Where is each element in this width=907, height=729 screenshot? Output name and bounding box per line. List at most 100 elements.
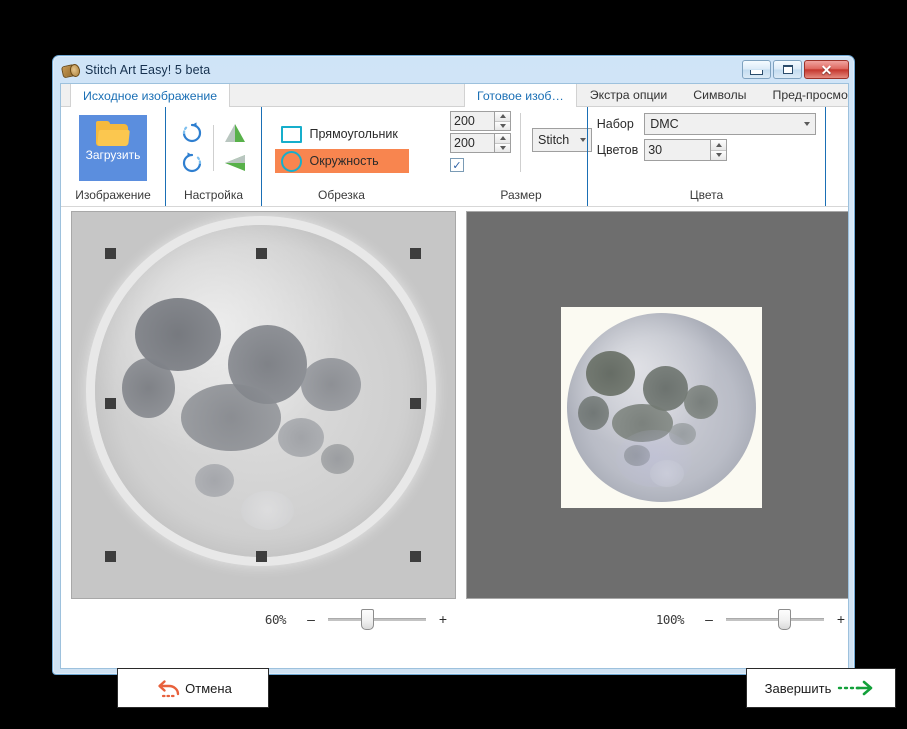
title-bar: Stitch Art Easy! 5 beta ✕ bbox=[53, 56, 854, 83]
preview-zoom-in-button[interactable]: + bbox=[834, 611, 848, 627]
height-decrement-button[interactable] bbox=[495, 142, 510, 152]
transform-divider bbox=[213, 124, 214, 171]
palette-select[interactable]: DMC bbox=[644, 113, 817, 135]
color-count-increment-button[interactable] bbox=[711, 140, 727, 150]
caret-up-icon bbox=[499, 114, 506, 119]
size-controls: ✓ Stitch bbox=[450, 107, 592, 172]
ribbon-group-size: ✓ Stitch bbox=[450, 107, 592, 206]
tab-symbols[interactable]: Символы bbox=[680, 84, 759, 106]
tab-preview[interactable]: Пред-просмо… bbox=[759, 84, 848, 106]
crop-handle-bottom-left[interactable] bbox=[105, 551, 116, 562]
slider-track bbox=[328, 618, 426, 621]
crop-handle-middle-left[interactable] bbox=[105, 398, 116, 409]
tab-finished-image[interactable]: Готовое изоб… bbox=[464, 84, 577, 107]
caret-down-icon bbox=[499, 123, 506, 128]
crop-handle-bottom-center[interactable] bbox=[256, 551, 267, 562]
group-label-settings: Настройка bbox=[183, 188, 244, 202]
flip-vertical-icon bbox=[225, 123, 245, 142]
finish-button[interactable]: Завершить bbox=[746, 668, 896, 708]
crop-options: Прямоугольник Окружность bbox=[274, 122, 409, 173]
crop-rectangle-label: Прямоугольник bbox=[309, 127, 398, 141]
cancel-label: Отмена bbox=[185, 680, 232, 696]
thread-spool-icon bbox=[60, 62, 82, 78]
color-count-label: Цветов bbox=[596, 143, 639, 157]
crop-handle-bottom-right[interactable] bbox=[410, 551, 421, 562]
caret-up-icon bbox=[499, 136, 506, 141]
client-area: Исходное изображение Загрузить Изображен… bbox=[60, 83, 849, 669]
slider-thumb[interactable] bbox=[778, 609, 791, 630]
window-controls: ✕ bbox=[742, 60, 849, 79]
caret-up-icon bbox=[715, 142, 722, 147]
height-input[interactable] bbox=[450, 133, 494, 153]
color-count-stepper[interactable] bbox=[644, 139, 816, 161]
source-zoom-in-button[interactable]: + bbox=[436, 611, 450, 627]
rotate-left-button[interactable] bbox=[176, 119, 208, 147]
checkmark-icon: ✓ bbox=[452, 158, 462, 172]
screen: Stitch Art Easy! 5 beta ✕ Исходное изобр… bbox=[0, 0, 907, 729]
group-label-size: Размер bbox=[500, 188, 542, 202]
close-button[interactable]: ✕ bbox=[804, 60, 849, 79]
finish-label: Завершить bbox=[764, 680, 832, 696]
height-spin-arrows[interactable] bbox=[494, 133, 511, 153]
preview-image-frame bbox=[561, 307, 762, 508]
slider-track bbox=[726, 618, 824, 621]
source-zoom-slider[interactable] bbox=[328, 608, 426, 630]
preview-zoom-bar: 100% – + bbox=[466, 602, 848, 636]
source-zoom-bar: 60% – + bbox=[71, 602, 456, 636]
cancel-button[interactable]: Отмена bbox=[117, 668, 269, 708]
rotate-left-icon bbox=[182, 121, 202, 142]
ribbon-group-spacer bbox=[825, 107, 845, 206]
rectangle-icon bbox=[280, 125, 302, 143]
height-stepper[interactable] bbox=[450, 133, 511, 153]
group-label-crop: Обрезка bbox=[318, 188, 365, 202]
right-ribbon: ✓ Stitch bbox=[450, 107, 848, 207]
preview-zoom-slider[interactable] bbox=[726, 608, 824, 630]
load-image-button[interactable]: Загрузить bbox=[79, 114, 147, 181]
rotate-right-icon bbox=[182, 151, 202, 172]
unit-value: Stitch bbox=[538, 133, 570, 147]
tab-extra-options[interactable]: Экстра опции bbox=[577, 84, 681, 106]
height-increment-button[interactable] bbox=[495, 134, 510, 143]
source-zoom-out-button[interactable]: – bbox=[304, 611, 318, 627]
close-icon: ✕ bbox=[820, 61, 833, 78]
crop-handle-middle-right[interactable] bbox=[410, 398, 421, 409]
minimize-button[interactable] bbox=[742, 60, 771, 79]
crop-rectangle-button[interactable]: Прямоугольник bbox=[275, 122, 409, 146]
color-count-input[interactable] bbox=[644, 139, 711, 161]
unit-select[interactable]: Stitch bbox=[532, 128, 592, 152]
crop-handle-top-center[interactable] bbox=[256, 248, 267, 259]
crop-circle-button[interactable]: Окружность bbox=[274, 149, 409, 173]
ribbon-group-settings: Настройка bbox=[165, 107, 261, 206]
width-input[interactable] bbox=[450, 111, 494, 131]
flip-horizontal-button[interactable] bbox=[219, 149, 251, 177]
arrow-right-icon bbox=[838, 680, 873, 696]
preview-zoom-out-button[interactable]: – bbox=[702, 611, 716, 627]
crop-handle-top-right[interactable] bbox=[410, 248, 421, 259]
color-count-spin-arrows[interactable] bbox=[710, 139, 728, 161]
ribbon-group-colors: Набор DMC Цветов 30 Цвета bbox=[587, 107, 825, 206]
maximize-button[interactable] bbox=[773, 60, 802, 79]
left-ribbon: Загрузить Изображение Настройка Прямоуго… bbox=[61, 107, 455, 207]
chevron-down-icon bbox=[799, 122, 815, 126]
width-increment-button[interactable] bbox=[495, 112, 510, 121]
window-title: Stitch Art Easy! 5 beta bbox=[85, 62, 211, 77]
width-decrement-button[interactable] bbox=[495, 120, 510, 130]
preview-moon-image bbox=[567, 313, 756, 502]
tab-source-image[interactable]: Исходное изображение bbox=[70, 84, 231, 107]
crop-handle-top-left[interactable] bbox=[105, 248, 116, 259]
width-stepper[interactable] bbox=[450, 111, 511, 131]
colors-controls: Набор DMC Цветов bbox=[596, 107, 817, 161]
color-count-decrement-button[interactable] bbox=[711, 149, 727, 160]
caret-down-icon bbox=[715, 153, 722, 158]
result-preview-canvas[interactable] bbox=[466, 211, 848, 599]
app-window: Stitch Art Easy! 5 beta ✕ Исходное изобр… bbox=[52, 55, 896, 708]
source-zoom-value: 60% bbox=[264, 611, 287, 627]
aspect-lock-checkbox[interactable]: ✓ bbox=[450, 158, 464, 172]
width-spin-arrows[interactable] bbox=[494, 111, 511, 131]
rotate-right-button[interactable] bbox=[176, 149, 208, 177]
canvas-row: 60% – + 100% – + bbox=[61, 208, 848, 669]
slider-thumb[interactable] bbox=[361, 609, 374, 630]
source-image-canvas[interactable] bbox=[71, 211, 456, 599]
group-label-image: Изображение bbox=[75, 188, 151, 202]
flip-vertical-button[interactable] bbox=[219, 119, 251, 147]
